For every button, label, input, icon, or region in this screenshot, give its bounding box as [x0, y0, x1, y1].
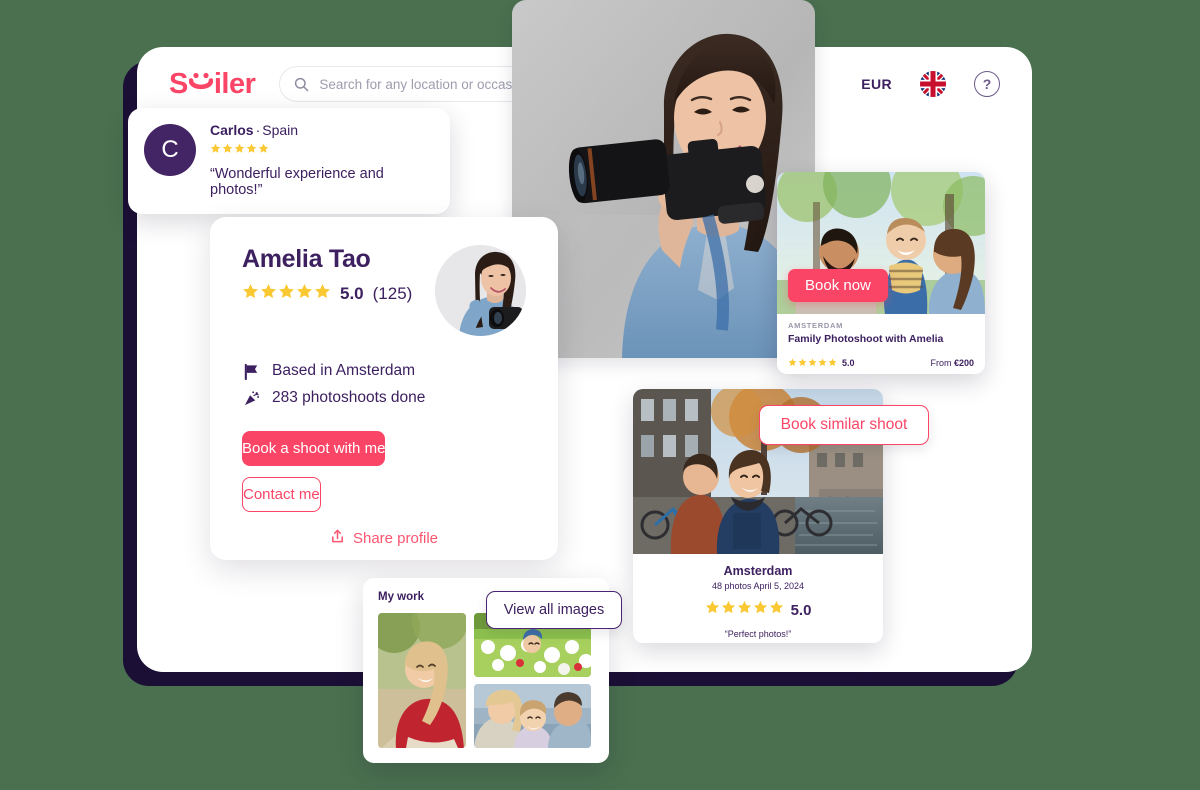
- share-profile-button[interactable]: Share profile: [242, 529, 526, 548]
- smiler-logo[interactable]: Siler: [169, 67, 256, 101]
- flag-icon: [242, 363, 261, 380]
- book-similar-shoot-button[interactable]: Book similar shoot: [759, 405, 929, 445]
- star-icon: [234, 141, 245, 159]
- smile-m-glyph-icon: [188, 72, 213, 93]
- star-icon: [222, 141, 233, 159]
- profile-header: Amelia Tao 5.0 (125): [242, 245, 526, 336]
- booking-city: AMSTERDAM: [788, 321, 844, 330]
- booking-card-body: AMSTERDAM Family Photoshoot with Amelia …: [777, 314, 985, 372]
- booking-card[interactable]: Book now AMSTERDAM Family Photoshoot wit…: [777, 172, 985, 374]
- gallery-photo[interactable]: [474, 684, 591, 748]
- currency-selector[interactable]: EUR: [861, 76, 892, 92]
- share-profile-label: Share profile: [352, 530, 439, 547]
- shoot-meta: 48 photos April 5, 2024: [711, 581, 805, 591]
- fact-photoshoots: 283 photoshoots done: [242, 389, 526, 407]
- avatar: [435, 245, 526, 336]
- shoot-rating: 5.0: [633, 600, 883, 620]
- star-icon: [258, 141, 269, 159]
- fact-location-label: Based in Amsterdam: [272, 362, 416, 379]
- reviewer-separator: ·: [255, 122, 261, 138]
- star-icon: [753, 600, 768, 620]
- gallery-photo[interactable]: [378, 613, 466, 748]
- star-icon: [788, 354, 797, 372]
- shoot-city: Amsterdam: [723, 564, 793, 578]
- shoot-rating-value: 5.0: [790, 601, 812, 619]
- booking-meta: 5.0 From €200: [788, 354, 974, 372]
- contact-button[interactable]: Contact me: [242, 477, 321, 512]
- star-icon: [721, 600, 736, 620]
- my-work-gallery: [378, 613, 594, 748]
- booking-rating: 5.0: [842, 358, 855, 368]
- star-icon: [798, 354, 807, 372]
- reviewer-name: Carlos: [210, 122, 254, 138]
- review-quote: “Wonderful experience and photos!”: [210, 166, 384, 198]
- review-card-carlos: C Carlos · Spain “Wonderful experience and…: [128, 108, 450, 214]
- photographer-profile-card: Amelia Tao 5.0 (125) Based in Amsterdam …: [210, 217, 558, 560]
- book-now-button[interactable]: Book now: [788, 269, 888, 302]
- star-icon: [296, 283, 313, 305]
- star-icon: [818, 354, 827, 372]
- fact-photoshoots-label: 283 photoshoots done: [272, 389, 426, 406]
- fact-location: Based in Amsterdam: [242, 362, 526, 380]
- shoot-quote: “Perfect photos!”: [724, 629, 792, 639]
- star-icon: [210, 141, 221, 159]
- screenshot-stage: Siler EUR: [0, 0, 1200, 790]
- rating-value: 5.0: [340, 284, 364, 303]
- shoot-stars: [705, 600, 784, 620]
- shoot-card-body: Amsterdam 48 photos April 5, 2024 5.0 “P…: [633, 554, 883, 639]
- star-icon: [828, 354, 837, 372]
- help-icon[interactable]: ?: [974, 71, 1000, 97]
- profile-rating: 5.0 (125): [242, 283, 412, 305]
- booking-price: From €200: [930, 358, 974, 368]
- search-icon: [294, 77, 309, 92]
- booking-price-value: €200: [953, 358, 974, 368]
- reviewer-line: Carlos · Spain: [210, 122, 434, 138]
- star-icon: [705, 600, 720, 620]
- profile-identity: Amelia Tao 5.0 (125): [242, 245, 412, 305]
- book-shoot-button[interactable]: Book a shoot with me: [242, 431, 386, 466]
- star-icon: [314, 283, 331, 305]
- party-popper-icon: [242, 390, 261, 407]
- reviewer-country: Spain: [262, 122, 299, 138]
- star-icon: [260, 283, 277, 305]
- profile-facts: Based in Amsterdam 283 photoshoots done: [242, 362, 526, 407]
- logo-text-before: S: [169, 67, 188, 100]
- page-title: Amelia Tao: [242, 245, 371, 273]
- review-content: Carlos · Spain “Wonderful experience and p…: [210, 122, 434, 198]
- share-icon: [330, 529, 345, 548]
- booking-card-photo: Book now: [777, 172, 985, 314]
- uk-flag-icon[interactable]: [920, 71, 946, 97]
- review-stars: [210, 141, 434, 159]
- star-icon: [737, 600, 752, 620]
- star-icon: [242, 283, 259, 305]
- booking-title: Family Photoshoot with Amelia: [788, 333, 944, 345]
- logo-text-after: iler: [213, 67, 256, 100]
- booking-price-prefix: From: [930, 358, 952, 368]
- star-icon: [808, 354, 817, 372]
- booking-stars: [788, 354, 837, 372]
- avatar: C: [144, 124, 196, 176]
- star-icon: [769, 600, 784, 620]
- header-actions: EUR ?: [861, 71, 1000, 97]
- gallery-column: [474, 613, 591, 748]
- star-icon: [278, 283, 295, 305]
- star-icon: [246, 141, 257, 159]
- profile-stars: [242, 283, 331, 305]
- view-all-images-button[interactable]: View all images: [486, 591, 622, 629]
- rating-count: (125): [372, 284, 413, 303]
